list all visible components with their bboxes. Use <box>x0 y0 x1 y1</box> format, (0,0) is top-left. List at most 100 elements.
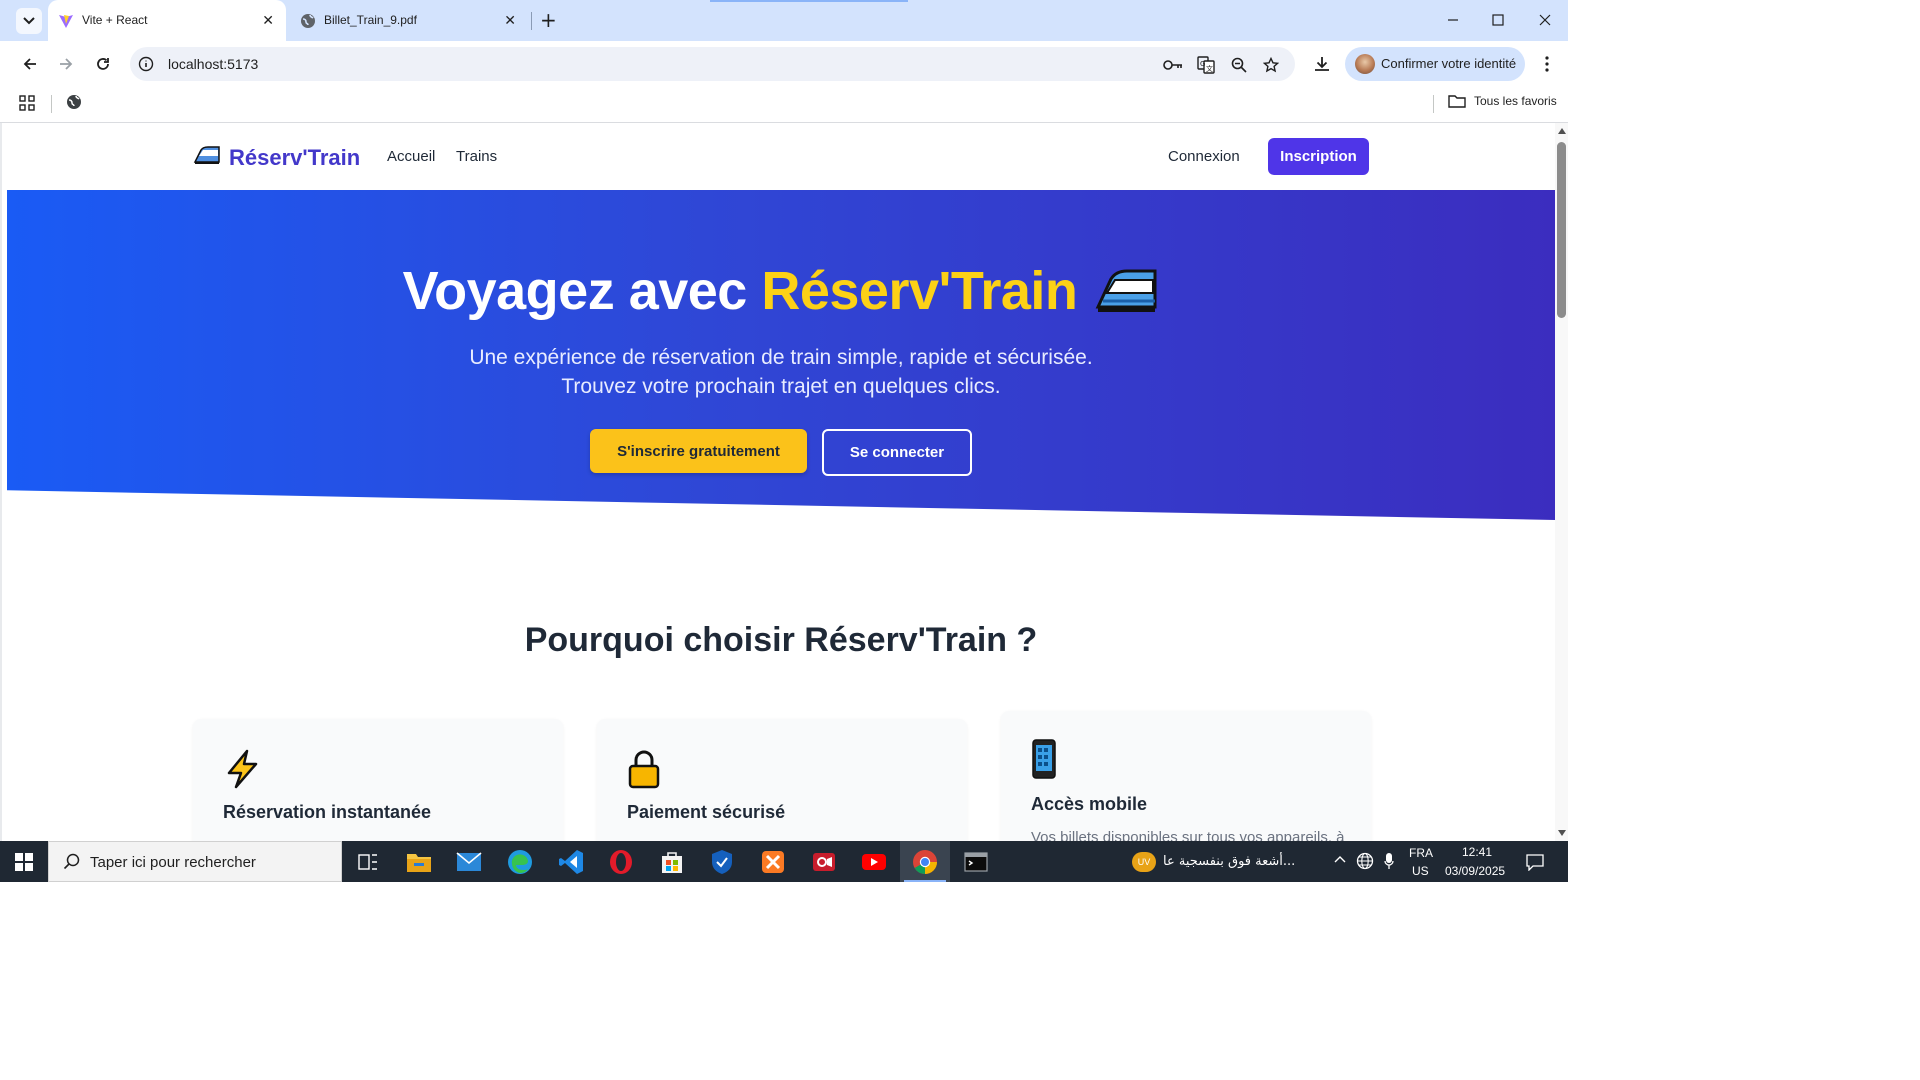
minimize-icon <box>1448 19 1458 21</box>
all-bookmarks-label: Tous les favoris <box>1474 94 1557 108</box>
hero-subtitle: Une expérience de réservation de train s… <box>7 343 1555 401</box>
feature-title: Réservation instantanée <box>223 802 432 822</box>
apps-grid-icon[interactable] <box>19 95 35 115</box>
password-key-icon[interactable] <box>1163 55 1183 75</box>
page-viewport: Réserv'Train Accueil Trains Connexion In… <box>7 123 1555 841</box>
globe-icon <box>300 13 316 32</box>
downloads-button[interactable] <box>1310 52 1334 76</box>
video-recorder-icon <box>813 852 835 871</box>
close-icon[interactable]: ✕ <box>504 13 516 27</box>
feature-card-mobile: Accès mobile Vos billets disponibles sur… <box>1001 711 1371 841</box>
brand-logo[interactable]: Réserv'Train <box>193 144 360 171</box>
feature-title: Paiement sécurisé <box>627 802 786 822</box>
microphone-icon[interactable] <box>1384 852 1394 873</box>
taskbar-app-recorder[interactable] <box>799 841 849 882</box>
translate-icon[interactable]: G文 <box>1196 55 1216 75</box>
globe-icon[interactable] <box>66 94 82 114</box>
input-language-top[interactable]: FRA <box>1409 846 1433 860</box>
signup-free-button[interactable]: S'inscrire gratuitement <box>590 429 807 473</box>
taskbar-app-edge[interactable] <box>495 841 545 882</box>
tab-search-button[interactable] <box>16 8 42 34</box>
bookmark-star-icon[interactable] <box>1261 55 1281 75</box>
nav-link-trains[interactable]: Trains <box>456 148 497 165</box>
address-bar[interactable]: localhost:5173 G文 <box>130 47 1295 81</box>
weather-badge[interactable]: UV <box>1132 852 1156 872</box>
browser-tab-strip: Vite + React ✕ Billet_Train_9.pdf ✕ + <box>0 0 1568 41</box>
start-button[interactable] <box>0 841 48 882</box>
download-icon <box>1315 57 1329 71</box>
tab-vite-react[interactable]: Vite + React ✕ <box>48 0 286 41</box>
brand-name: Réserv'Train <box>229 144 361 170</box>
store-icon <box>662 851 682 873</box>
windows-taskbar: Taper ici pour rechercher UV أشعة فوق بن… <box>0 841 1568 882</box>
network-globe-icon[interactable] <box>1356 852 1374 873</box>
taskbar-app-store[interactable] <box>647 841 697 882</box>
site-navbar: Réserv'Train Accueil Trains Connexion In… <box>7 123 1555 190</box>
news-widget-text[interactable]: أشعة فوق بنفسجية عا... <box>1163 854 1295 869</box>
tab-title: Billet_Train_9.pdf <box>324 13 417 27</box>
page-scrollbar[interactable] <box>1555 123 1568 841</box>
taskbar-search[interactable]: Taper ici pour rechercher <box>48 841 342 882</box>
taskbar-app-xampp[interactable] <box>748 841 798 882</box>
reload-icon <box>97 58 109 70</box>
scroll-up-arrow-icon[interactable] <box>1558 128 1566 134</box>
opera-icon <box>610 849 632 874</box>
clock-time[interactable]: 12:41 <box>1462 845 1492 859</box>
taskbar-app-terminal[interactable] <box>951 841 1001 882</box>
forward-button[interactable] <box>54 52 78 76</box>
tab-title: Vite + React <box>82 13 148 27</box>
scroll-down-arrow-icon[interactable] <box>1558 830 1566 836</box>
svg-text:G: G <box>1200 60 1205 68</box>
avatar <box>1355 54 1375 74</box>
taskbar-app-vscode[interactable] <box>546 841 596 882</box>
tab-billet-pdf[interactable]: Billet_Train_9.pdf ✕ <box>292 0 528 41</box>
bookmarks-bar: Tous les favoris <box>0 86 1568 123</box>
close-icon <box>1539 14 1551 26</box>
new-tab-button[interactable]: + <box>540 10 558 30</box>
all-bookmarks-button[interactable]: Tous les favoris <box>1448 94 1557 108</box>
mail-icon <box>456 851 482 871</box>
youtube-icon <box>862 853 886 870</box>
reload-button[interactable] <box>91 52 115 76</box>
clock-date[interactable]: 03/09/2025 <box>1445 864 1505 878</box>
train-emoji-icon <box>1095 265 1159 328</box>
hero-subtitle-line1: Une expérience de réservation de train s… <box>469 346 1093 369</box>
browser-toolbar: localhost:5173 G文 Confirmer votre identi… <box>0 41 1568 86</box>
close-icon[interactable]: ✕ <box>262 13 274 27</box>
back-button[interactable] <box>18 52 42 76</box>
close-window-button[interactable] <box>1533 8 1557 32</box>
nav-link-accueil[interactable]: Accueil <box>387 148 435 165</box>
task-view-button[interactable] <box>343 841 393 882</box>
taskbar-app-mail[interactable] <box>444 841 494 882</box>
bookmark-separator <box>51 95 52 113</box>
taskbar-app-youtube[interactable] <box>849 841 899 882</box>
taskbar-app-chrome[interactable] <box>900 841 950 882</box>
maximize-button[interactable] <box>1486 8 1510 32</box>
browser-menu-button[interactable] <box>1535 52 1559 76</box>
lightning-icon <box>223 749 261 794</box>
hero-title-accent: Réserv'Train <box>761 261 1078 321</box>
vite-icon <box>58 13 74 32</box>
taskbar-app-file-explorer[interactable] <box>394 841 444 882</box>
zoom-icon[interactable] <box>1229 55 1249 75</box>
scrollbar-thumb[interactable] <box>1557 142 1566 318</box>
lock-icon <box>627 749 661 794</box>
signup-button[interactable]: Inscription <box>1268 138 1369 175</box>
notification-center-icon[interactable] <box>1526 853 1544 874</box>
minimize-button[interactable] <box>1441 8 1465 32</box>
chevron-up-icon[interactable] <box>1334 853 1346 868</box>
profile-button[interactable]: Confirmer votre identité <box>1345 47 1525 81</box>
url-text[interactable]: localhost:5173 <box>168 56 258 72</box>
vscode-icon <box>559 849 583 874</box>
login-button[interactable]: Se connecter <box>822 429 972 476</box>
input-language-bottom[interactable]: US <box>1412 864 1429 878</box>
taskbar-app-opera[interactable] <box>596 841 646 882</box>
login-link[interactable]: Connexion <box>1168 148 1240 165</box>
site-info-icon[interactable] <box>138 56 154 76</box>
taskbar-app-defender[interactable] <box>697 841 747 882</box>
folder-icon <box>1448 95 1466 108</box>
terminal-icon <box>964 851 988 872</box>
feature-card-instant: Réservation instantanée <box>193 719 563 841</box>
svg-text:文: 文 <box>1206 64 1213 73</box>
features-heading: Pourquoi choisir Réserv'Train ? <box>524 621 1038 659</box>
